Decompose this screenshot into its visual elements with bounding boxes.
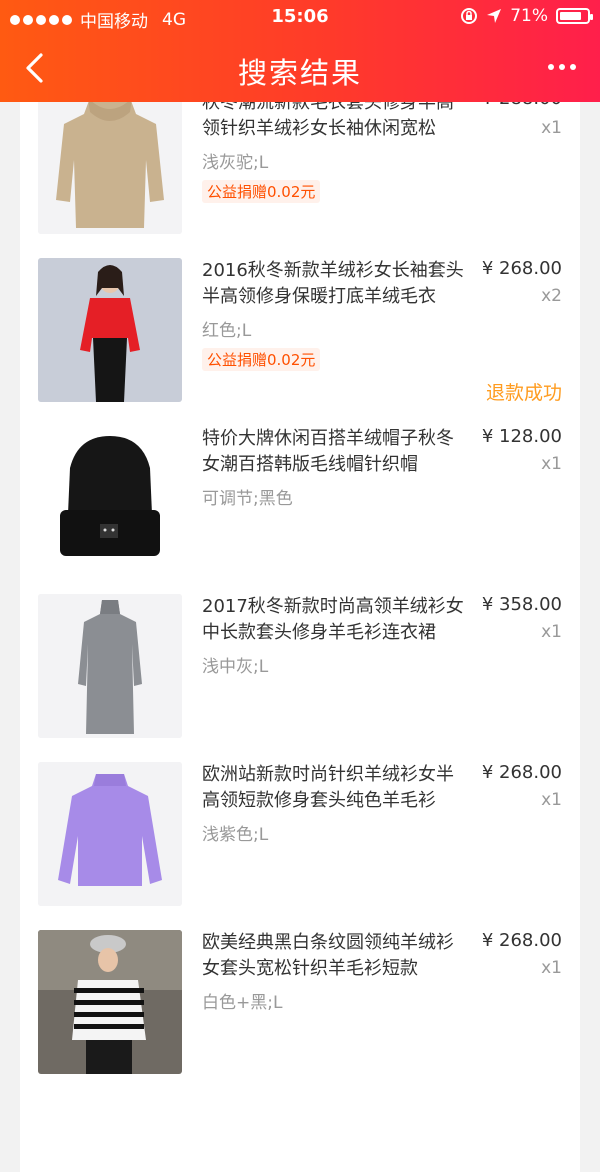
item-spec: 白色+黑;L — [202, 993, 283, 1013]
item-info: 欧洲站新款时尚针织羊绒衫女半高领短款修身套头纯色羊毛衫 浅紫色;L — [202, 762, 467, 845]
product-image — [38, 594, 182, 738]
list-item[interactable]: 2017秋冬新款时尚高领羊绒衫女中长款套头修身羊毛衫连衣裙 浅中灰;L ¥ 35… — [20, 594, 580, 762]
charity-tag: 公益捐赠0.02元 — [202, 180, 321, 203]
battery-percent: 71% — [510, 6, 548, 26]
app-header: 中国移动 4G 15:06 71% 搜索结果 — [0, 0, 600, 102]
order-list-card: 秋冬潮流新款毛衣套头修身半高领针织羊绒衫女长袖休闲宽松 浅灰驼;L 公益捐赠0.… — [20, 72, 580, 1172]
battery-icon — [556, 8, 593, 24]
location-arrow-icon — [487, 9, 502, 23]
item-price: ¥ 358.00 — [481, 594, 562, 615]
item-spec: 可调节;黑色 — [202, 489, 293, 509]
item-qty: x1 — [541, 118, 562, 138]
item-title: 2016秋冬新款羊绒衫女长袖套头半高领修身保暖打底羊绒毛衣 — [202, 260, 464, 307]
item-spec: 浅中灰;L — [202, 657, 269, 677]
item-title: 欧洲站新款时尚针织羊绒衫女半高领短款修身套头纯色羊毛衫 — [202, 764, 454, 811]
item-title: 特价大牌休闲百搭羊绒帽子秋冬女潮百搭韩版毛线帽针织帽 — [202, 428, 454, 475]
more-options-button[interactable] — [540, 52, 584, 82]
list-item[interactable]: 特价大牌休闲百搭羊绒帽子秋冬女潮百搭韩版毛线帽针织帽 可调节;黑色 ¥ 128.… — [20, 426, 580, 594]
product-image — [38, 90, 182, 234]
product-image — [38, 426, 182, 570]
list-item[interactable]: 秋冬潮流新款毛衣套头修身半高领针织羊绒衫女长袖休闲宽松 浅灰驼;L 公益捐赠0.… — [20, 88, 580, 258]
item-qty: x2 — [541, 286, 562, 306]
item-price: ¥ 128.00 — [481, 426, 562, 447]
item-price: ¥ 268.00 — [481, 258, 562, 279]
orientation-lock-icon — [461, 8, 478, 24]
item-qty: x1 — [541, 958, 562, 978]
item-qty: x1 — [541, 454, 562, 474]
list-item[interactable]: 欧美经典黑白条纹圆领纯羊绒衫女套头宽松针织羊毛衫短款 白色+黑;L ¥ 268.… — [20, 930, 580, 1098]
status-bar: 中国移动 4G 15:06 71% — [0, 0, 600, 34]
item-info: 特价大牌休闲百搭羊绒帽子秋冬女潮百搭韩版毛线帽针织帽 可调节;黑色 — [202, 426, 467, 509]
item-price: ¥ 268.00 — [481, 930, 562, 951]
item-price: ¥ 268.00 — [481, 762, 562, 783]
product-image — [38, 258, 182, 402]
status-right: 71% — [460, 6, 593, 26]
item-info: 欧美经典黑白条纹圆领纯羊绒衫女套头宽松针织羊毛衫短款 白色+黑;L — [202, 930, 467, 1013]
item-spec: 浅灰驼;L — [202, 153, 269, 173]
item-info: 2016秋冬新款羊绒衫女长袖套头半高领修身保暖打底羊绒毛衣 红色;L 公益捐赠0… — [202, 258, 467, 371]
product-image — [38, 930, 182, 1074]
charity-tag: 公益捐赠0.02元 — [202, 348, 321, 371]
item-info: 2017秋冬新款时尚高领羊绒衫女中长款套头修身羊毛衫连衣裙 浅中灰;L — [202, 594, 467, 677]
item-title: 2017秋冬新款时尚高领羊绒衫女中长款套头修身羊毛衫连衣裙 — [202, 596, 464, 643]
item-spec: 浅紫色;L — [202, 825, 269, 845]
item-info: 秋冬潮流新款毛衣套头修身半高领针织羊绒衫女长袖休闲宽松 浅灰驼;L 公益捐赠0.… — [202, 90, 467, 203]
item-title: 欧美经典黑白条纹圆领纯羊绒衫女套头宽松针织羊毛衫短款 — [202, 932, 454, 979]
refund-status[interactable]: 退款成功 — [486, 378, 562, 405]
list-item[interactable]: 2016秋冬新款羊绒衫女长袖套头半高领修身保暖打底羊绒毛衣 红色;L 公益捐赠0… — [20, 258, 580, 426]
item-qty: x1 — [541, 622, 562, 642]
page-title: 搜索结果 — [237, 56, 362, 90]
more-dots-icon — [548, 64, 554, 70]
item-spec: 红色;L — [202, 321, 252, 341]
nav-bar: 搜索结果 — [0, 34, 600, 102]
item-qty: x1 — [541, 790, 562, 810]
list-item[interactable]: 欧洲站新款时尚针织羊绒衫女半高领短款修身套头纯色羊毛衫 浅紫色;L ¥ 268.… — [20, 762, 580, 930]
product-image — [38, 762, 182, 906]
